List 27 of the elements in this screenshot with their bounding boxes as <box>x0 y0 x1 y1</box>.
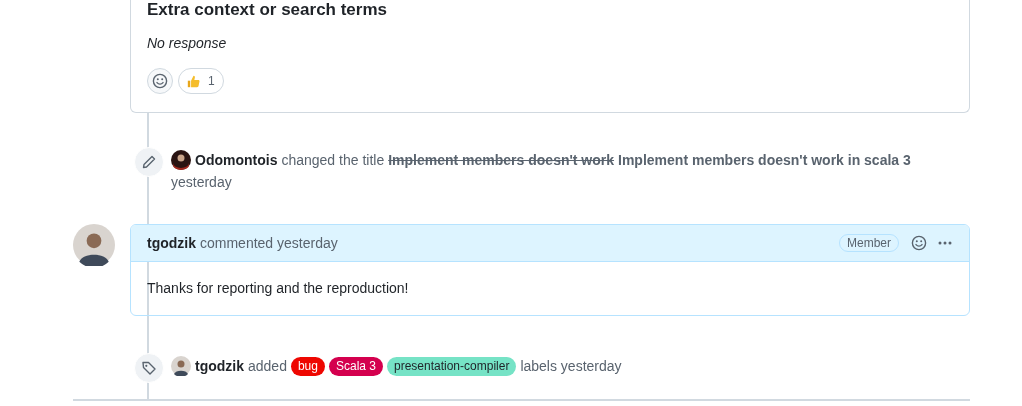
author-link[interactable]: tgodzik <box>195 355 244 377</box>
timestamp: yesterday <box>171 173 232 192</box>
event-text: added <box>248 357 287 376</box>
avatar[interactable] <box>73 224 115 266</box>
add-reaction-button[interactable] <box>147 68 173 94</box>
section-heading: Extra context or search terms <box>147 0 388 20</box>
avatar[interactable] <box>171 150 191 170</box>
thumbs-up-icon <box>187 74 200 88</box>
label-tag[interactable]: presentation-compiler <box>387 356 517 376</box>
pencil-icon <box>134 147 164 177</box>
event-text: labels yesterday <box>520 357 622 376</box>
label-tag[interactable]: bug <box>290 356 325 376</box>
new-title: Implement members doesn't work in scala 3 <box>618 151 911 170</box>
smiley-icon <box>152 73 168 89</box>
tag-icon <box>134 353 164 383</box>
author-link[interactable]: Odomontois <box>195 149 278 171</box>
event-text: changed the title <box>281 151 385 170</box>
comment-meta: commented yesterday <box>200 235 338 251</box>
old-title: Implement members doesn't work <box>388 151 615 170</box>
answer-text: No response <box>147 34 228 52</box>
add-reaction-button[interactable] <box>909 235 929 251</box>
avatar[interactable] <box>171 356 191 376</box>
label-tag[interactable]: Scala 3 <box>328 356 383 376</box>
author-link[interactable]: tgodzik <box>147 235 196 251</box>
smiley-icon <box>911 235 927 251</box>
comment-text: Thanks for reporting and the reproduction! <box>146 279 410 298</box>
reaction-button[interactable]: 1 <box>178 68 224 94</box>
